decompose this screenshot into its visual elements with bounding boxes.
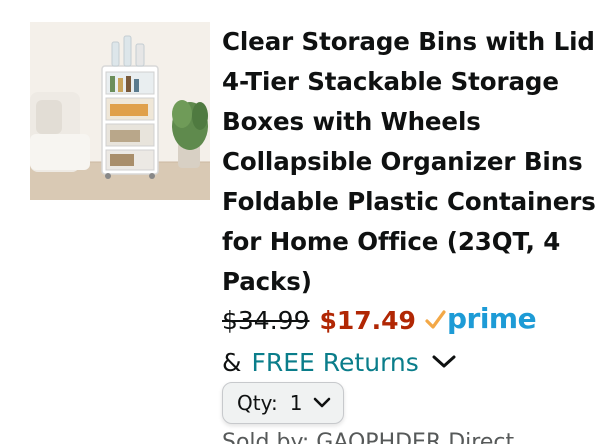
product-title-line: 4-Tier Stackable Storage [222, 67, 559, 96]
product-title-line: for Home Office (23QT, 4 [222, 227, 561, 256]
prime-badge: prime [424, 301, 537, 337]
list-price: $34.99 [222, 305, 310, 335]
product-listing-card: Clear Storage Bins with Lid 4-Tier Stack… [0, 0, 616, 444]
quantity-selector[interactable]: Qty: 1 [222, 382, 344, 424]
product-title[interactable]: Clear Storage Bins with Lid 4-Tier Stack… [222, 22, 607, 302]
sale-price: $17.49 [319, 305, 416, 335]
price-row: $34.99 $17.49 prime [222, 300, 537, 340]
product-thumbnail[interactable] [30, 22, 210, 200]
product-title-line: Collapsible Organizer Bins [222, 147, 583, 176]
product-title-line: Packs) [222, 267, 312, 296]
quantity-value: 1 [289, 391, 303, 415]
seller-info: Sold by: GAOPHDER Direct [222, 430, 515, 444]
product-photo-illustration [30, 22, 210, 200]
chevron-down-icon[interactable] [431, 354, 457, 370]
returns-prefix: & [222, 347, 242, 377]
prime-check-icon [425, 310, 446, 329]
product-title-line: Foldable Plastic Containers [222, 187, 596, 216]
chevron-down-icon [312, 396, 332, 410]
returns-row: & FREE Returns [222, 342, 457, 382]
free-returns-link[interactable]: FREE Returns [252, 348, 419, 377]
prime-label: prime [446, 301, 537, 335]
product-title-line: Clear Storage Bins with Lid [222, 27, 595, 56]
quantity-label: Qty: [237, 391, 278, 415]
product-title-line: Boxes with Wheels [222, 107, 481, 136]
